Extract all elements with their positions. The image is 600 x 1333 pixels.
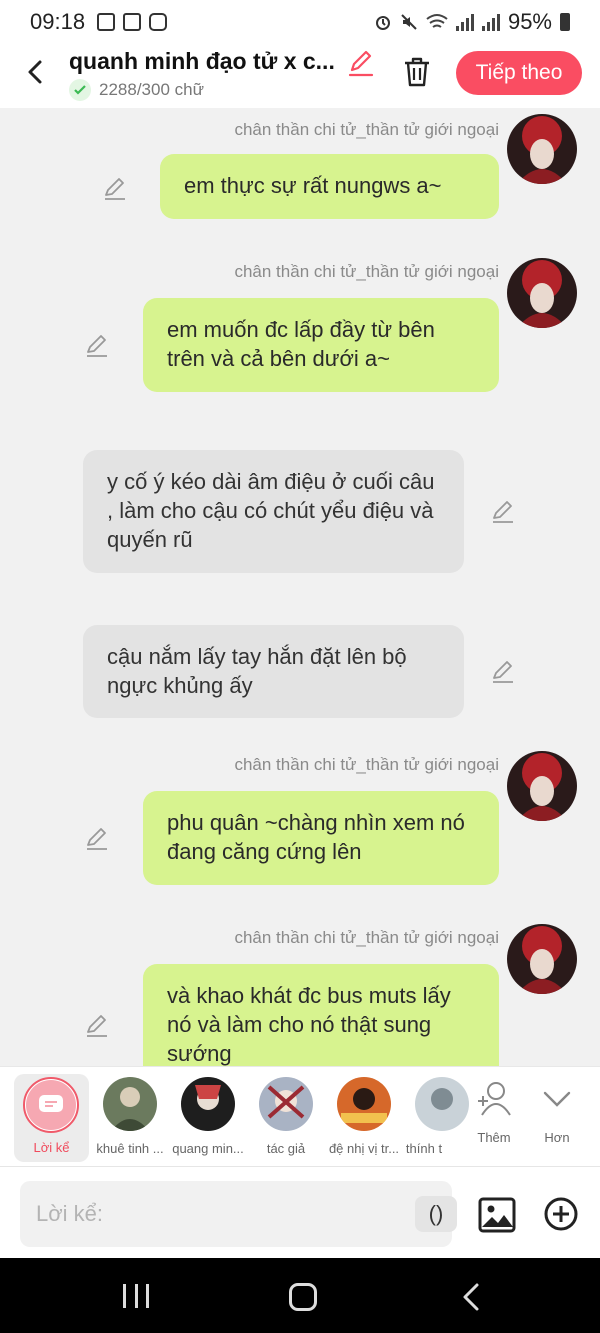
plus-icon[interactable] [543,1196,579,1232]
character-avatar [337,1077,391,1131]
narration-label: Lời kể [33,1140,70,1155]
word-count: 2288/300 chữ [69,79,204,101]
back-nav-icon[interactable] [460,1282,482,1312]
battery-icon [560,13,570,31]
expand-label: Hơn [544,1130,570,1145]
character-label: thính t [405,1141,443,1156]
character-item[interactable]: quang min... [168,1077,248,1156]
character-avatar [181,1077,235,1131]
video-notification-icon [149,13,168,31]
edit-message-icon[interactable] [84,1012,110,1038]
edit-message-icon[interactable] [102,175,128,201]
edit-message-icon[interactable] [84,332,110,358]
character-label: quang min... [172,1141,244,1156]
narration-selector[interactable]: Lời kể [14,1074,89,1162]
character-item[interactable]: khuê tinh ... [90,1077,170,1156]
battery-level: 95% [507,9,552,34]
message-bubble[interactable]: em thực sự rất nungws a~ [160,154,499,219]
character-label: khuê tinh ... [96,1141,164,1156]
chevron-down-icon [543,1091,571,1107]
sender-avatar[interactable] [507,114,577,184]
signal-icon [455,13,474,31]
message-sender: chân thần chi tử_thần tử giới ngoại [234,755,499,774]
character-label: tác giả [266,1141,306,1156]
compose-bar: () [0,1166,600,1258]
trash-icon[interactable] [402,56,432,88]
next-button[interactable]: Tiếp theo [456,51,582,95]
sender-avatar[interactable] [507,751,577,821]
narration-icon [26,1080,76,1130]
character-avatar [103,1077,157,1131]
message-bubble[interactable]: em muốn đc lấp đầy từ bên trên và cả bên… [143,298,499,392]
sender-avatar[interactable] [507,924,577,994]
add-character-button[interactable]: Thêm [464,1079,524,1145]
message-bubble[interactable]: và khao khát đc bus muts lấy nó và làm c… [143,964,499,1066]
character-avatar [415,1077,469,1131]
sender-avatar[interactable] [507,258,577,328]
chat-area[interactable]: chân thần chi tử_thần tử giới ngoại em t… [0,108,600,1066]
gallery-notification-icon [97,13,116,31]
alarm-icon [375,16,390,30]
character-item[interactable]: thính t [402,1077,469,1156]
signal-2-icon [481,13,500,31]
more-label: Thêm [477,1130,511,1145]
image-icon[interactable] [478,1196,516,1234]
header: quanh minh đạo tử x c... 2288/300 chữ Ti… [0,44,600,108]
message-sender: chân thần chi tử_thần tử giới ngoại [234,928,499,947]
character-item[interactable]: tác giả [246,1077,326,1156]
character-label: đệ nhị vị tr... [328,1141,400,1156]
edit-message-icon[interactable] [84,825,110,851]
status-bar: 09:18 95% [0,0,600,44]
character-avatar [259,1077,313,1131]
edit-message-icon[interactable] [490,498,516,524]
compose-field: () [20,1181,457,1247]
recent-apps-icon[interactable] [123,1284,149,1308]
check-icon [69,79,91,101]
message-bubble[interactable]: phu quân ~chàng nhìn xem nó đang căng cứ… [143,791,499,885]
edit-title-icon[interactable] [346,48,376,78]
home-icon[interactable] [289,1283,317,1311]
message-sender: chân thần chi tử_thần tử giới ngoại [234,262,499,281]
narration-bubble[interactable]: cậu nắm lấy tay hắn đặt lên bộ ngực khủn… [83,625,464,718]
status-time: 09:18 [30,9,86,34]
message-input[interactable] [36,1181,386,1247]
story-title[interactable]: quanh minh đạo tử x c... [69,48,335,75]
character-item[interactable]: đệ nhị vị tr... [324,1077,404,1156]
narration-bubble[interactable]: y cố ý kéo dài âm điệu ở cuối câu , làm … [83,450,464,573]
parentheses-button[interactable]: () [415,1196,457,1232]
app-notification-icon [123,13,142,31]
message-sender: chân thần chi tử_thần tử giới ngoại [234,120,499,139]
add-user-icon [478,1082,511,1116]
character-selector: Lời kể khuê tinh ... quang min... tác gi… [0,1066,600,1166]
system-nav-bar [0,1258,600,1333]
wifi-icon [426,14,448,28]
back-arrow-icon[interactable] [22,58,50,86]
mute-icon [401,14,417,30]
word-count-text: 2288/300 chữ [99,80,204,99]
edit-message-icon[interactable] [490,658,516,684]
expand-button[interactable]: Hơn [527,1079,587,1145]
